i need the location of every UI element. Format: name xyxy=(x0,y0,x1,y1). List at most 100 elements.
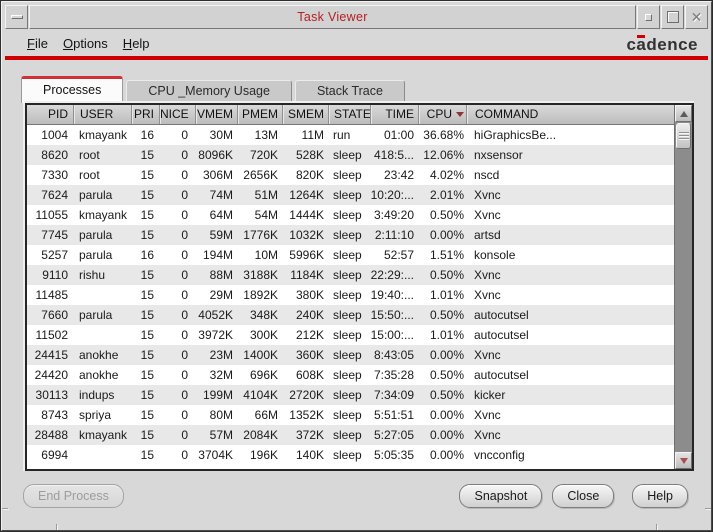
minimize-button[interactable] xyxy=(637,5,660,29)
titlebar[interactable]: Task Viewer ✕ xyxy=(5,5,708,29)
cell-pid: 24415 xyxy=(34,348,68,362)
cell-state: sleep xyxy=(333,168,362,182)
process-row-24415[interactable]: 24415 anokhe 15 0 23M 1400K 360K sleep 8:43:05 0.… xyxy=(27,345,674,365)
cell-command: Xvnc xyxy=(474,208,501,222)
column-header-pri[interactable]: PRI xyxy=(131,105,159,124)
cell-state: sleep xyxy=(333,328,362,342)
process-row-11055[interactable]: 11055 kmayank 15 0 64M 54M 1444K sleep 3:49:20 0.… xyxy=(27,205,674,225)
close-dialog-button[interactable]: Close xyxy=(552,484,615,508)
frame-resize-groove xyxy=(705,508,711,509)
cell-pmem: 4104K xyxy=(243,388,278,402)
window-title: Task Viewer xyxy=(297,10,368,24)
cell-smem: 5996K xyxy=(289,248,324,262)
process-row-7330[interactable]: 7330 root 15 0 306M 2656K 820K sleep 23:42 4.02% n… xyxy=(27,165,674,185)
menu-file[interactable]: File xyxy=(27,36,48,51)
scrollbar-thumb[interactable] xyxy=(676,123,691,149)
task-viewer-window: Task Viewer ✕ File Options Help cadence … xyxy=(0,0,713,532)
process-row-5257[interactable]: 5257 parula 16 0 194M 10M 5996K sleep 52:57 1.51%… xyxy=(27,245,674,265)
tab-cpu-memory-usage[interactable]: CPU _Memory Usage xyxy=(126,80,292,103)
column-header-smem[interactable]: SMEM xyxy=(282,105,328,124)
cell-time: 418:5... xyxy=(373,148,414,162)
cell-command: Xvnc xyxy=(474,348,501,362)
column-header-state[interactable]: STATE xyxy=(328,105,370,124)
cell-user: kmayank xyxy=(79,208,128,222)
process-row-8620[interactable]: 8620 root 15 0 8096K 720K 528K sleep 418:5... 12.… xyxy=(27,145,674,165)
process-row-7745[interactable]: 7745 parula 15 0 59M 1776K 1032K sleep 2:11:10 0.… xyxy=(27,225,674,245)
process-row-7624[interactable]: 7624 parula 15 0 74M 51M 1264K sleep 10:20:... 2.… xyxy=(27,185,674,205)
column-header-pid[interactable]: PID xyxy=(27,105,73,124)
column-header-cpu[interactable]: CPU xyxy=(418,105,466,124)
help-button[interactable]: Help xyxy=(632,484,688,508)
cell-smem: 360K xyxy=(295,348,324,362)
cell-pri: 15 xyxy=(140,148,154,162)
frame-resize-groove xyxy=(56,524,57,530)
process-row-6994[interactable]: 6994 15 0 3704K 196K 140K sleep 5:05:35 0.00% vnc… xyxy=(27,445,674,465)
cell-command: autocutsel xyxy=(474,308,529,322)
cell-pid: 11502 xyxy=(35,328,68,342)
column-header-command[interactable]: COMMAND xyxy=(466,105,674,124)
cell-pri: 15 xyxy=(140,428,154,442)
column-header-time[interactable]: TIME xyxy=(370,105,418,124)
process-row-28488[interactable]: 28488 kmayank 15 0 57M 2084K 372K sleep 5:27:05 0… xyxy=(27,425,674,445)
maximize-button[interactable] xyxy=(661,5,684,29)
cell-command: autocutsel xyxy=(474,328,529,342)
cell-smem: 1184K xyxy=(290,268,324,282)
cell-pri: 16 xyxy=(140,248,154,262)
column-header-nice[interactable]: NICE xyxy=(159,105,195,124)
cell-pmem: 696K xyxy=(249,368,278,382)
cell-pri: 15 xyxy=(140,208,154,222)
process-row-24420[interactable]: 24420 anokhe 15 0 32M 696K 608K sleep 7:35:28 0.5… xyxy=(27,365,674,385)
process-row-11502[interactable]: 11502 15 0 3972K 300K 212K sleep 15:00:... 1.01%… xyxy=(27,325,674,345)
frame-resize-groove xyxy=(656,524,657,530)
process-row-7660[interactable]: 7660 parula 15 0 4052K 348K 240K sleep 15:50:...… xyxy=(27,305,674,325)
cell-user: kmayank xyxy=(79,428,128,442)
window-menu-button[interactable] xyxy=(5,5,28,29)
cell-pmem: 13M xyxy=(254,128,278,142)
scroll-up-button[interactable] xyxy=(675,105,692,122)
cell-time: 7:35:28 xyxy=(373,368,414,382)
cell-cpu: 0.50% xyxy=(429,268,464,282)
cell-cpu: 36.68% xyxy=(423,128,464,142)
scroll-down-button[interactable] xyxy=(675,452,692,469)
menu-help[interactable]: Help xyxy=(123,36,150,51)
cell-nice: 0 xyxy=(181,208,188,222)
end-process-button[interactable]: End Process xyxy=(23,484,124,508)
cell-user: rishu xyxy=(79,268,106,282)
snapshot-button[interactable]: Snapshot xyxy=(459,484,543,508)
cell-user: kmayank xyxy=(79,128,128,142)
process-row-30113[interactable]: 30113 indups 15 0 199M 4104K 2720K sleep 7:34:09… xyxy=(27,385,674,405)
cell-smem: 1444K xyxy=(289,208,324,222)
cell-state: sleep xyxy=(333,148,362,162)
cell-user: root xyxy=(79,168,100,182)
tab-processes[interactable]: Processes xyxy=(21,76,124,103)
column-header-user[interactable]: USER xyxy=(73,105,131,124)
scroll-down-icon xyxy=(679,457,688,464)
cell-time: 01:00 xyxy=(383,128,414,142)
cell-nice: 0 xyxy=(181,388,188,402)
cell-nice: 0 xyxy=(181,328,188,342)
close-window-button[interactable]: ✕ xyxy=(685,5,708,29)
tab-stack-trace[interactable]: Stack Trace xyxy=(294,80,405,103)
titlebar-drag-area[interactable]: Task Viewer xyxy=(29,5,636,29)
sort-desc-icon xyxy=(456,112,464,118)
column-header-vmem[interactable]: VMEM xyxy=(195,105,237,124)
process-row-9110[interactable]: 9110 rishu 15 0 88M 3188K 1184K sleep 22:29:... 0… xyxy=(27,265,674,285)
process-row-1004[interactable]: 1004 kmayank 16 0 30M 13M 11M run 01:00 36.68% hiG… xyxy=(27,125,674,145)
cell-vmem: 199M xyxy=(202,388,233,402)
cell-time: 15:00:... xyxy=(370,328,414,342)
process-row-11485[interactable]: 11485 15 0 29M 1892K 380K sleep 19:40:... 1.01% X… xyxy=(27,285,674,305)
process-row-8743[interactable]: 8743 spriya 15 0 80M 66M 1352K sleep 5:51:51 0.00… xyxy=(27,405,674,425)
cell-cpu: 2.01% xyxy=(429,188,464,202)
column-header-pmem[interactable]: PMEM xyxy=(237,105,282,124)
cell-cpu: 0.00% xyxy=(429,228,464,242)
cell-user xyxy=(73,325,131,345)
cell-vmem: 32M xyxy=(209,368,233,382)
vertical-scrollbar[interactable] xyxy=(674,105,692,469)
cell-vmem: 23M xyxy=(209,348,233,362)
scrollbar-track[interactable] xyxy=(675,150,692,452)
cell-pri: 15 xyxy=(140,188,154,202)
menu-options[interactable]: Options xyxy=(63,36,108,51)
cell-cpu: 0.00% xyxy=(429,428,464,442)
close-icon: ✕ xyxy=(690,9,703,25)
cell-user: root xyxy=(79,148,100,162)
